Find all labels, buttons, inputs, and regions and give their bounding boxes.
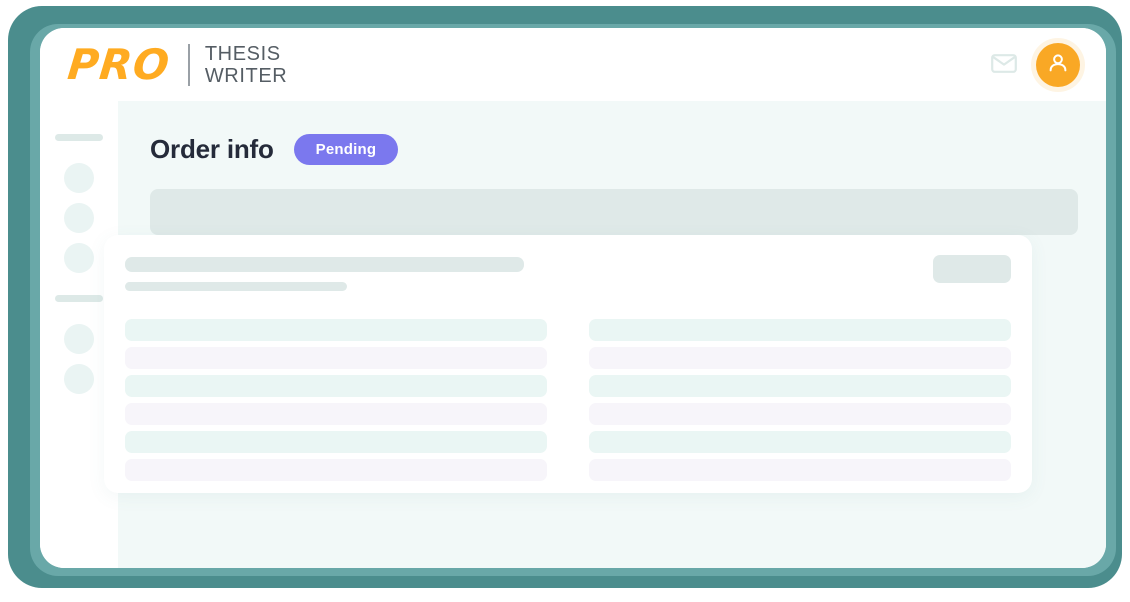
sidebar-group-label-bottom [55, 295, 103, 302]
card-rows-right-column [589, 319, 1011, 481]
sidebar-item-3[interactable] [64, 243, 94, 273]
table-row [589, 319, 1011, 341]
card-title-placeholder [125, 257, 524, 272]
page-header-row: Order info Pending [150, 131, 1106, 167]
table-row [125, 459, 547, 481]
table-row [125, 319, 547, 341]
card-action-button[interactable] [933, 255, 1011, 283]
banner-placeholder [150, 189, 1078, 235]
messages-button[interactable] [990, 51, 1018, 79]
logo-wordmark: THESIS WRITER [205, 43, 287, 87]
status-badge[interactable]: Pending [293, 133, 399, 165]
logo-pro-text: PRO [65, 40, 173, 89]
sidebar-item-5[interactable] [64, 364, 94, 394]
page-title: Order info [150, 133, 274, 164]
card-rows-area [125, 319, 1011, 481]
table-row [589, 403, 1011, 425]
table-row [125, 431, 547, 453]
table-row [589, 347, 1011, 369]
logo-word-line-2: WRITER [204, 65, 288, 87]
logo-divider [187, 44, 190, 86]
logo-word-line-1: THESIS [204, 43, 281, 65]
sidebar-item-2[interactable] [64, 203, 94, 233]
order-detail-card [104, 235, 1032, 493]
envelope-icon [991, 54, 1017, 76]
table-row [125, 347, 547, 369]
table-row [589, 459, 1011, 481]
app-header: PRO THESIS WRITER [40, 28, 1106, 101]
header-actions [990, 43, 1080, 87]
app-window: PRO THESIS WRITER Order info Pending [40, 28, 1106, 568]
sidebar-group-label-top [55, 134, 103, 141]
brand-logo[interactable]: PRO THESIS WRITER [65, 40, 287, 90]
card-rows-left-column [125, 319, 547, 481]
table-row [589, 375, 1011, 397]
user-icon [1046, 51, 1070, 80]
sidebar-item-4[interactable] [64, 324, 94, 354]
table-row [125, 375, 547, 397]
table-row [125, 403, 547, 425]
sidebar-item-1[interactable] [64, 163, 94, 193]
avatar[interactable] [1036, 43, 1080, 87]
card-subtitle-placeholder [125, 282, 347, 291]
card-header [125, 255, 1011, 305]
table-row [589, 431, 1011, 453]
app-outer-frame: PRO THESIS WRITER Order info Pending [8, 6, 1122, 588]
